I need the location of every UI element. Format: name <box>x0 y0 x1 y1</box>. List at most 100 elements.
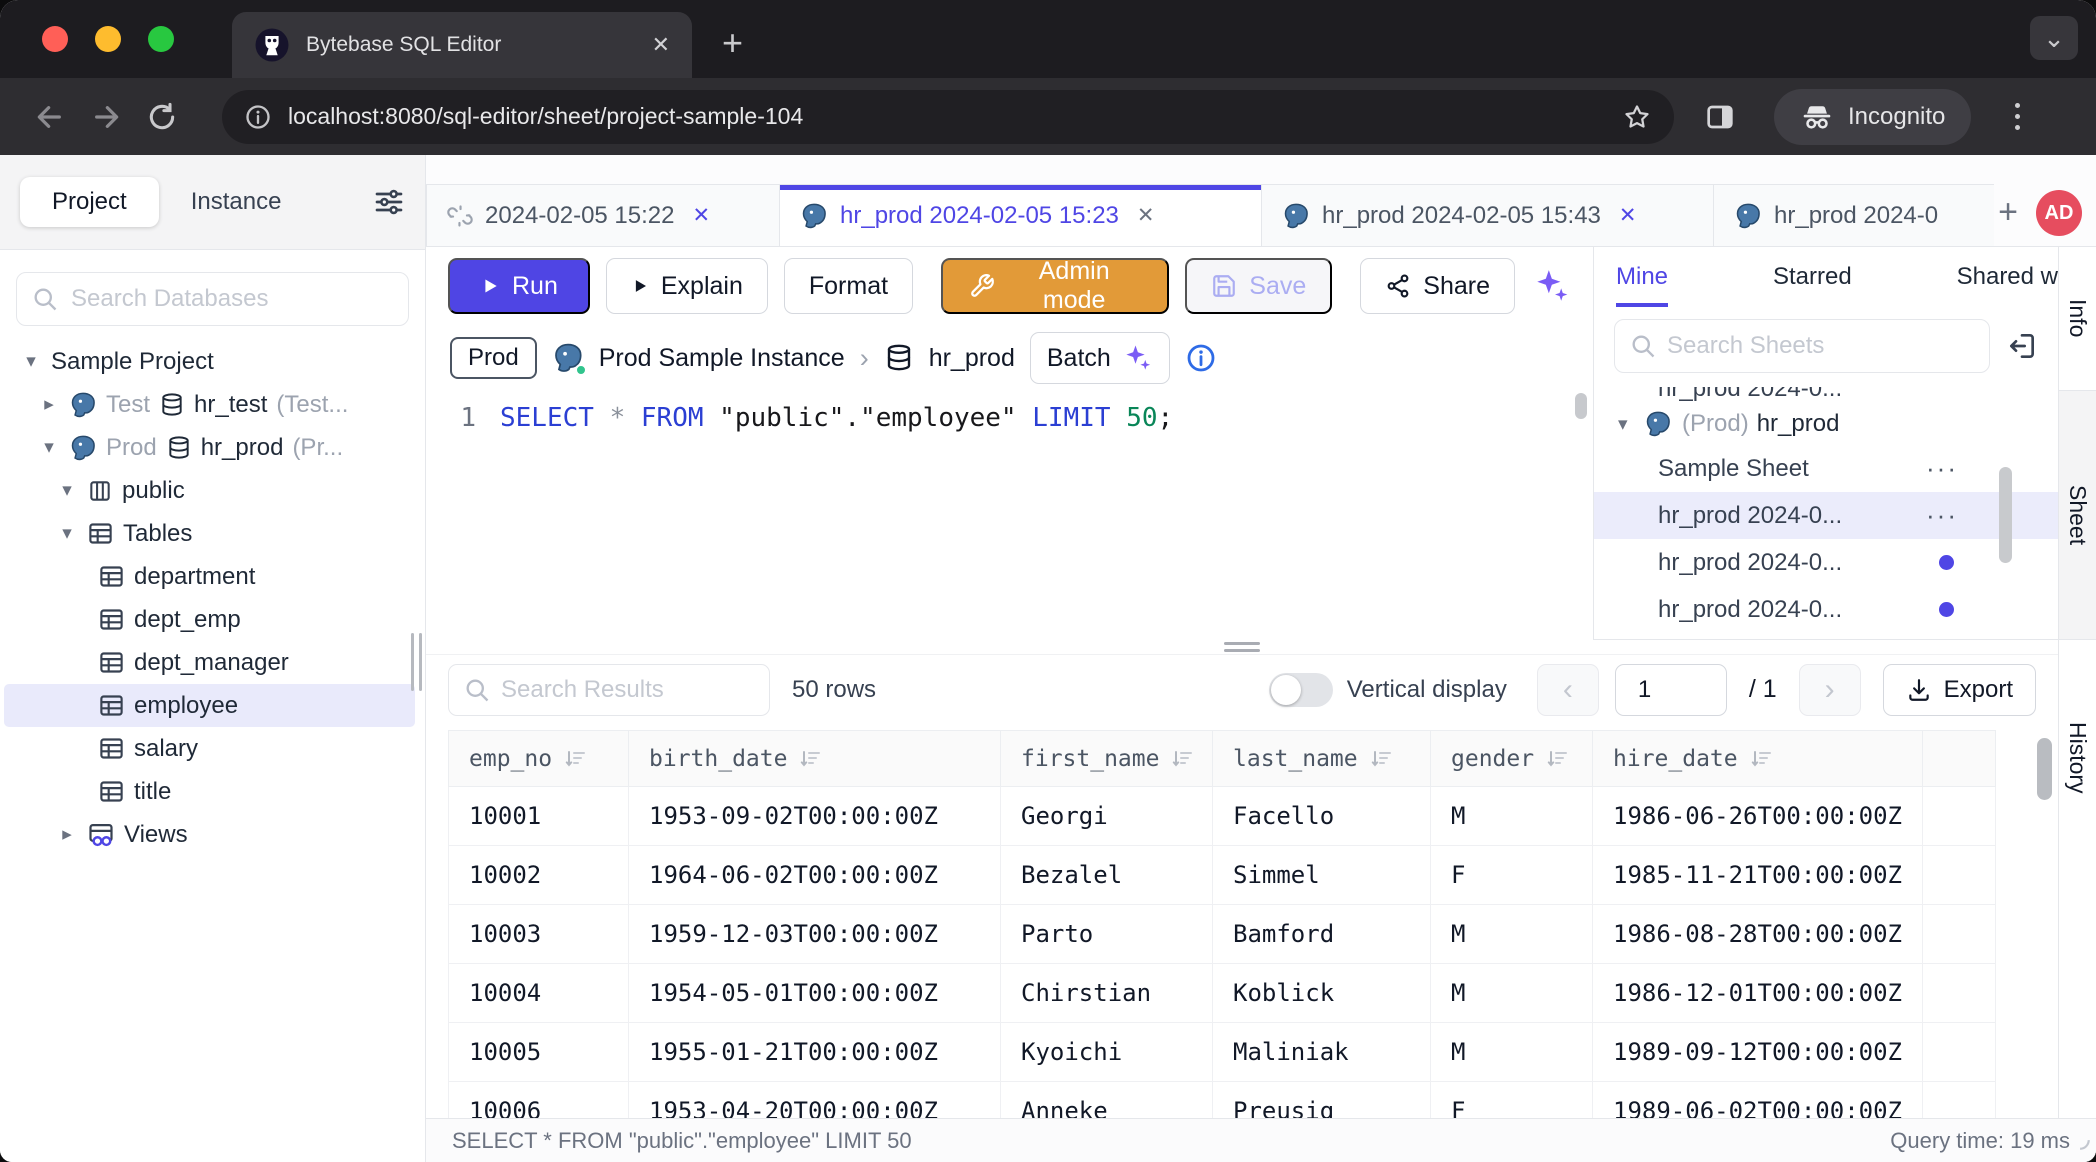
bookmark-star-icon[interactable] <box>1622 102 1652 132</box>
sort-icon[interactable] <box>1750 747 1774 771</box>
sort-icon[interactable] <box>799 747 823 771</box>
reload-icon[interactable] <box>134 89 190 145</box>
horizontal-splitter[interactable] <box>426 640 2058 654</box>
column-header-gender[interactable]: gender <box>1431 731 1593 787</box>
back-icon[interactable] <box>22 89 78 145</box>
instance-name[interactable]: Prod Sample Instance <box>599 344 845 373</box>
column-header-last-name[interactable]: last_name <box>1213 731 1431 787</box>
caret-right-icon[interactable]: ▸ <box>56 823 78 846</box>
sidebar-resize-handle[interactable] <box>411 633 422 691</box>
filter-sliders-icon[interactable] <box>373 186 405 218</box>
tab-mine[interactable]: Mine <box>1616 263 1668 307</box>
run-button[interactable]: Run <box>448 258 590 314</box>
forward-icon[interactable] <box>78 89 134 145</box>
column-header-first-name[interactable]: first_name <box>1001 731 1213 787</box>
side-panel-icon[interactable] <box>1692 89 1748 145</box>
tree-item-tables-group[interactable]: ▾ Tables <box>0 512 425 555</box>
caret-down-icon[interactable]: ▾ <box>38 436 60 459</box>
editor-tab-4[interactable]: hr_prod 2024-0 <box>1714 184 1994 246</box>
results-search-input[interactable] <box>501 676 755 704</box>
results-search[interactable] <box>448 664 770 716</box>
sheet-group-prod-hr-prod[interactable]: ▾ (Prod) hr_prod <box>1594 403 2058 445</box>
tree-item-schema-public[interactable]: ▾ public <box>0 469 425 512</box>
sort-icon[interactable] <box>1171 747 1195 771</box>
tab-history[interactable]: History <box>2059 640 2096 875</box>
ai-sparkles-icon[interactable] <box>1533 267 1571 305</box>
sheet-item-unsaved[interactable]: hr_prod 2024-0... <box>1594 539 2058 586</box>
sql-code-editor[interactable]: 1 SELECT * FROM "public"."employee" LIMI… <box>426 391 1593 640</box>
database-name[interactable]: hr_prod <box>929 344 1015 373</box>
tab-instance[interactable]: Instance <box>159 177 314 227</box>
next-page-button[interactable]: › <box>1799 664 1861 716</box>
editor-scrollbar[interactable] <box>1575 393 1587 419</box>
sort-icon[interactable] <box>1546 747 1570 771</box>
tab-project[interactable]: Project <box>20 177 159 227</box>
sheet-item-unsaved-partial[interactable]: hr_prod 2024-0... <box>1594 586 2058 633</box>
more-menu-icon[interactable]: ··· <box>1926 453 1958 484</box>
sheet-item-partial[interactable]: hr_prod 2024-0... <box>1594 387 2058 403</box>
editor-tab-1[interactable]: 2024-02-05 15:22 ✕ <box>426 184 780 246</box>
column-header-emp-no[interactable]: emp_no <box>449 731 629 787</box>
sheet-search[interactable] <box>1614 319 1990 373</box>
url-text[interactable]: localhost:8080/sql-editor/sheet/project-… <box>288 103 1622 130</box>
prev-page-button[interactable]: ‹ <box>1537 664 1599 716</box>
tree-item-table-salary[interactable]: salary <box>0 727 425 770</box>
tab-shared[interactable]: Shared w <box>1957 263 2058 307</box>
share-button[interactable]: Share <box>1360 258 1515 314</box>
sheet-search-input[interactable] <box>1667 332 1975 360</box>
maximize-window-button[interactable] <box>148 26 174 52</box>
sheet-item-selected[interactable]: hr_prod 2024-0... ··· <box>1594 492 2058 539</box>
browser-menu-icon[interactable] <box>1997 103 2037 130</box>
caret-down-icon[interactable]: ▾ <box>20 350 42 373</box>
export-button[interactable]: Export <box>1883 664 2036 716</box>
new-sheet-tab-button[interactable]: + <box>1998 193 2018 232</box>
caret-down-icon[interactable]: ▾ <box>1618 413 1644 436</box>
tab-starred[interactable]: Starred <box>1773 263 1852 307</box>
save-button[interactable]: Save <box>1185 258 1332 314</box>
caret-down-icon[interactable]: ▾ <box>56 522 78 545</box>
close-window-button[interactable] <box>42 26 68 52</box>
close-tab-icon[interactable]: ✕ <box>1137 203 1155 228</box>
tree-item-table-employee-selected[interactable]: employee <box>4 684 415 727</box>
editor-tab-3[interactable]: hr_prod 2024-02-05 15:43 ✕ <box>1262 184 1714 246</box>
tree-item-prod-db[interactable]: ▾ Prod hr_prod (Pr... <box>0 426 425 469</box>
environment-chip[interactable]: Prod <box>450 337 537 379</box>
chevron-down-icon[interactable]: ⌄ <box>2030 16 2078 60</box>
admin-mode-button[interactable]: Admin mode <box>941 258 1169 314</box>
results-scrollbar[interactable] <box>2037 738 2052 800</box>
tree-item-views-group[interactable]: ▸ Views <box>0 813 425 856</box>
tab-sheet-active[interactable]: Sheet <box>2059 390 2096 640</box>
database-search-input[interactable] <box>71 285 394 313</box>
sheet-item-sample-sheet[interactable]: Sample Sheet ··· <box>1594 445 2058 492</box>
sort-icon[interactable] <box>564 747 588 771</box>
minimize-window-button[interactable] <box>95 26 121 52</box>
caret-down-icon[interactable]: ▾ <box>56 479 78 502</box>
close-tab-icon[interactable]: ✕ <box>652 32 670 58</box>
vertical-display-toggle[interactable] <box>1269 673 1333 707</box>
editor-tab-2-active[interactable]: hr_prod 2024-02-05 15:23 ✕ <box>780 184 1262 246</box>
resize-grip-icon[interactable] <box>2066 1126 2092 1158</box>
sheet-list-scrollbar[interactable] <box>1999 467 2012 563</box>
tab-info[interactable]: Info <box>2059 247 2096 390</box>
close-tab-icon[interactable]: ✕ <box>1619 203 1637 228</box>
tree-item-test-db[interactable]: ▸ Test hr_test (Test... <box>0 383 425 426</box>
format-button[interactable]: Format <box>784 258 913 314</box>
tree-item-table-title[interactable]: title <box>0 770 425 813</box>
site-info-icon[interactable] <box>244 103 272 131</box>
page-number-input[interactable] <box>1615 664 1727 716</box>
sql-line[interactable]: SELECT * FROM "public"."employee" LIMIT … <box>500 403 1173 640</box>
close-tab-icon[interactable]: ✕ <box>693 203 711 228</box>
tree-item-project[interactable]: ▾ Sample Project <box>0 340 425 383</box>
sort-icon[interactable] <box>1370 747 1394 771</box>
explain-button[interactable]: Explain <box>606 258 768 314</box>
collapse-panel-icon[interactable] <box>2006 330 2038 362</box>
caret-right-icon[interactable]: ▸ <box>38 393 60 416</box>
new-browser-tab-button[interactable]: + <box>722 22 743 64</box>
batch-button[interactable]: Batch <box>1030 332 1170 384</box>
tree-item-table-dept-manager[interactable]: dept_manager <box>0 641 425 684</box>
column-header-birth-date[interactable]: birth_date <box>629 731 1001 787</box>
url-bar[interactable]: localhost:8080/sql-editor/sheet/project-… <box>222 90 1674 144</box>
user-avatar[interactable]: AD <box>2036 190 2082 236</box>
column-header-hire-date[interactable]: hire_date <box>1593 731 1923 787</box>
tree-item-table-dept-emp[interactable]: dept_emp <box>0 598 425 641</box>
